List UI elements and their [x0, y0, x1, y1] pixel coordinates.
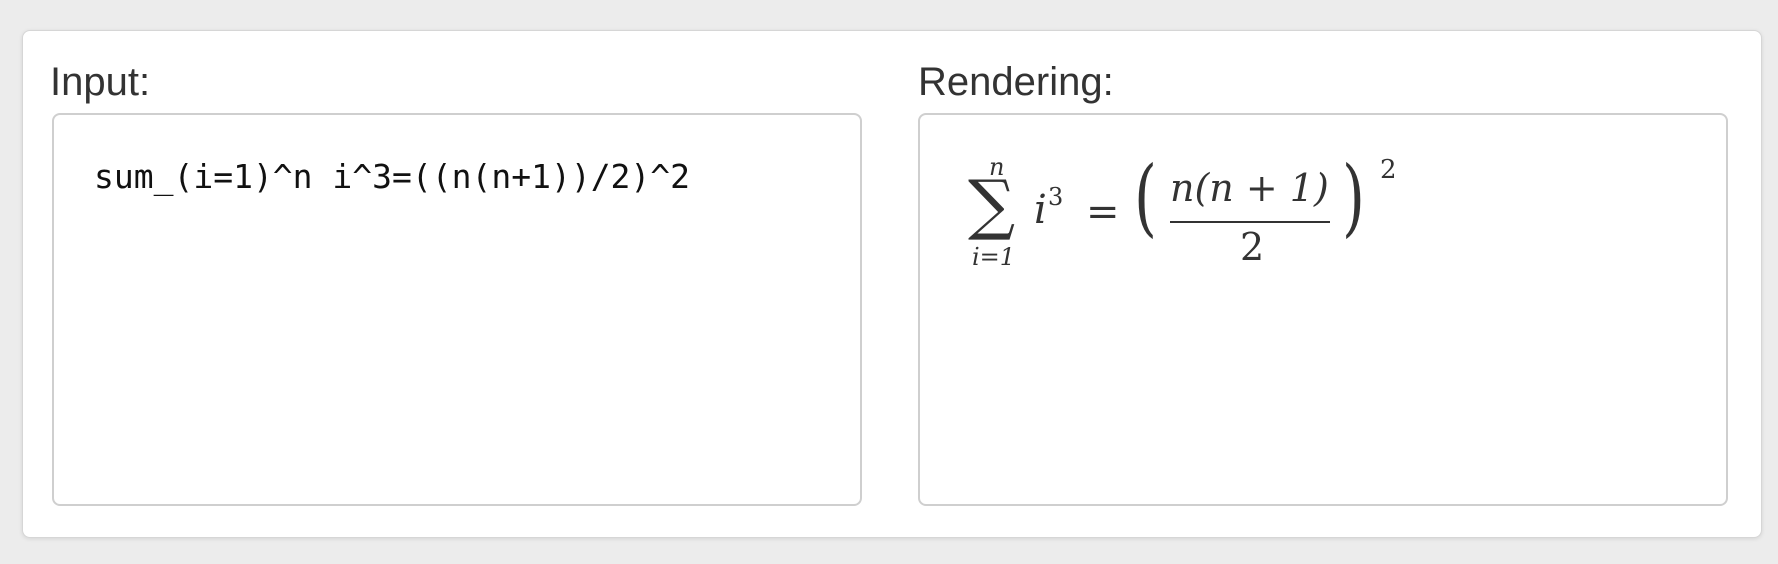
input-textarea[interactable]: sum_(i=1)^n i^3=((n(n+1))/2)^2 — [52, 113, 862, 506]
right-paren: ) — [1342, 148, 1365, 246]
rendering-label: Rendering: — [918, 60, 1114, 104]
left-paren: ( — [1134, 148, 1157, 246]
summation-upper-limit: n — [989, 153, 1005, 181]
summation-sign: ∑ — [968, 166, 1016, 243]
input-text: sum_(i=1)^n i^3=((n(n+1))/2)^2 — [94, 157, 691, 196]
equals-sign: = — [1086, 189, 1120, 235]
fraction-denominator: 2 — [1240, 225, 1265, 269]
fraction-numerator: n(n + 1) — [1170, 166, 1329, 210]
term-exponent: 3 — [1048, 183, 1064, 211]
rendering-panel: ∑ n i=1 i 3 = ( n(n + 1) 2 ) 2 — [918, 113, 1728, 506]
outer-exponent: 2 — [1380, 155, 1397, 185]
fraction-bar — [1170, 221, 1330, 223]
input-label: Input: — [50, 60, 151, 104]
term-base: i — [1034, 187, 1047, 233]
summation-lower-limit: i=1 — [972, 243, 1016, 271]
rendered-formula: ∑ n i=1 i 3 = ( n(n + 1) 2 ) 2 — [920, 115, 1730, 508]
